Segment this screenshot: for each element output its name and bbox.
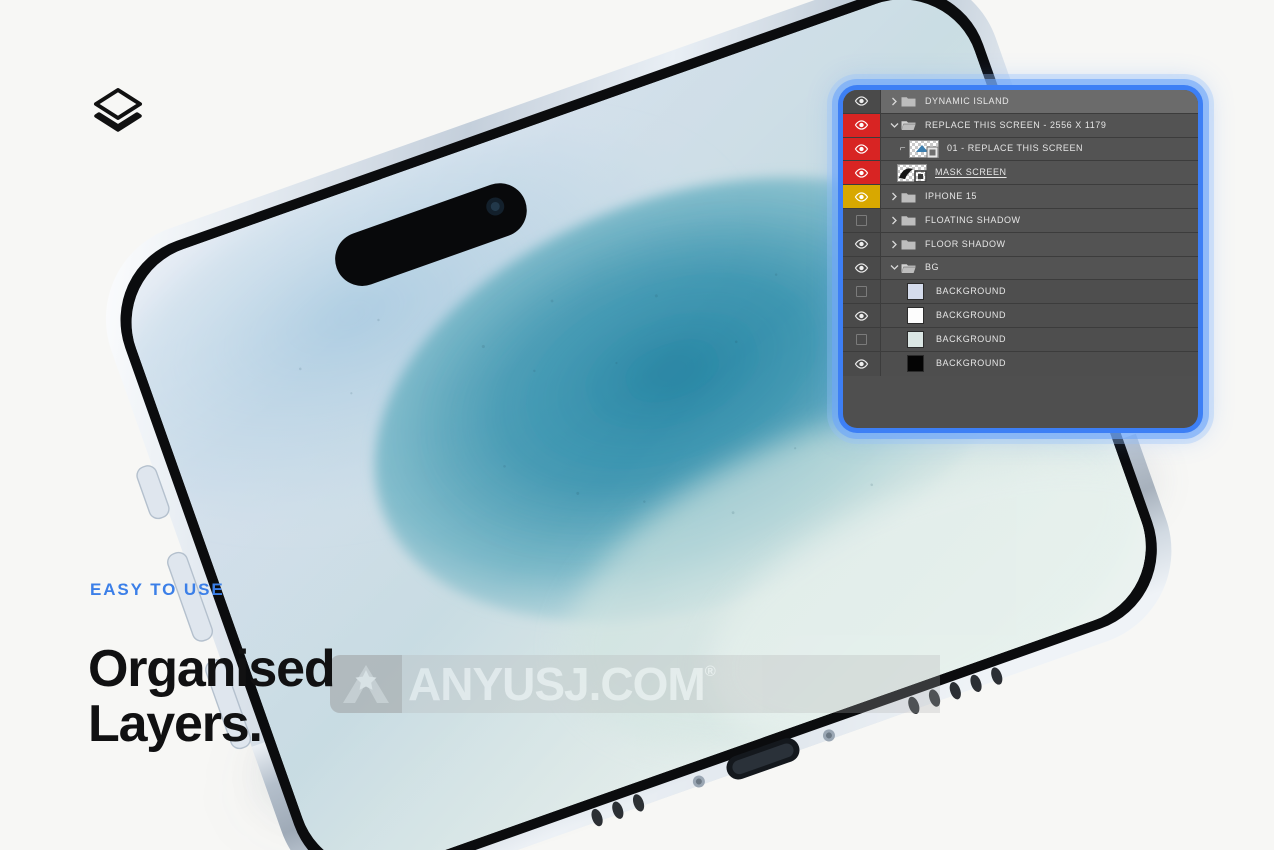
- visibility-toggle[interactable]: [843, 113, 881, 137]
- watermark-text: ANYUSJ.COM ®: [402, 655, 940, 713]
- layer-name: BACKGROUND: [936, 310, 1007, 321]
- layer-body[interactable]: FLOOR SHADOW: [881, 233, 1198, 256]
- layer-row-background-2[interactable]: BACKGROUND: [843, 304, 1198, 328]
- eye-off-icon: [856, 286, 867, 298]
- visibility-toggle[interactable]: [843, 161, 881, 185]
- layer-body[interactable]: BACKGROUND: [881, 304, 1198, 327]
- folder-icon: [901, 191, 919, 203]
- layers-stack-icon: [92, 86, 144, 142]
- layer-body[interactable]: MASK SCREEN: [881, 161, 1198, 184]
- layer-name: BACKGROUND: [936, 286, 1007, 297]
- visibility-toggle[interactable]: [843, 185, 881, 208]
- visibility-toggle[interactable]: [843, 351, 881, 376]
- photoshop-layers-panel[interactable]: DYNAMIC ISLAND REPLACE THIS SCREEN - 255…: [843, 90, 1198, 428]
- mask-thumbnail: [897, 163, 927, 182]
- fill-color-swatch: [907, 307, 924, 325]
- smart-object-thumbnail: [909, 139, 939, 158]
- eye-icon: [854, 358, 869, 369]
- eye-icon: [854, 120, 869, 130]
- folder-icon: [901, 95, 919, 107]
- chevron-down-icon[interactable]: [887, 264, 901, 271]
- layer-body[interactable]: FLOATING SHADOW: [881, 209, 1198, 232]
- folder-open-icon: [901, 119, 919, 131]
- layer-body[interactable]: ⌐ 01 - REPLACE THIS SCREEN: [881, 138, 1198, 161]
- eye-off-icon: [856, 214, 867, 226]
- visibility-toggle[interactable]: [843, 232, 881, 256]
- layer-body[interactable]: BACKGROUND: [881, 352, 1198, 376]
- layer-body[interactable]: BG: [881, 257, 1198, 280]
- layer-body[interactable]: REPLACE THIS SCREEN - 2556 X 1179: [881, 114, 1198, 137]
- layer-name: BG: [925, 262, 940, 273]
- layer-name: BACKGROUND: [936, 358, 1007, 369]
- page-title: Organised Layers.: [88, 640, 336, 754]
- layer-row-replace-this-screen-group[interactable]: REPLACE THIS SCREEN - 2556 X 1179: [843, 113, 1198, 138]
- layer-name: MASK SCREEN: [935, 167, 1007, 178]
- layer-row-mask-screen[interactable]: MASK SCREEN: [843, 161, 1198, 186]
- layer-name: DYNAMIC ISLAND: [925, 95, 1010, 106]
- layer-name: IPHONE 15: [925, 191, 977, 202]
- clipping-mask-icon: ⌐: [899, 143, 907, 155]
- layer-row-floor-shadow[interactable]: FLOOR SHADOW: [843, 232, 1198, 257]
- eye-icon: [854, 239, 869, 249]
- headline-line-1: Organised: [88, 640, 336, 698]
- eye-icon: [854, 96, 869, 107]
- layer-row-bg-group[interactable]: BG: [843, 256, 1198, 281]
- chevron-right-icon[interactable]: [887, 240, 901, 249]
- eye-icon: [854, 263, 869, 273]
- visibility-toggle[interactable]: [843, 256, 881, 280]
- eye-off-icon: [856, 333, 867, 345]
- folder-icon: [901, 214, 919, 226]
- layer-row-iphone-15[interactable]: IPHONE 15: [843, 185, 1198, 209]
- eye-icon: [854, 191, 869, 202]
- layer-name: FLOOR SHADOW: [925, 238, 1006, 249]
- layer-row-background-4[interactable]: BACKGROUND: [843, 351, 1198, 376]
- layer-name: 01 - REPLACE THIS SCREEN: [947, 143, 1084, 154]
- visibility-toggle[interactable]: [843, 208, 881, 232]
- layer-body[interactable]: BACKGROUND: [881, 328, 1198, 351]
- layer-name: REPLACE THIS SCREEN - 2556 X 1179: [925, 119, 1107, 130]
- headline-line-2: Layers.: [88, 695, 263, 754]
- chevron-down-icon[interactable]: [887, 122, 901, 129]
- chevron-right-icon[interactable]: [887, 97, 901, 106]
- layer-row-01-replace-this-screen[interactable]: ⌐ 01 - REPLACE THIS SCREEN: [843, 137, 1198, 162]
- layer-body[interactable]: DYNAMIC ISLAND: [881, 90, 1198, 113]
- fill-color-swatch: [907, 330, 924, 348]
- layer-row-background-3[interactable]: BACKGROUND: [843, 327, 1198, 352]
- eye-icon: [854, 168, 869, 178]
- folder-open-icon: [901, 262, 919, 274]
- folder-icon: [901, 238, 919, 250]
- registered-mark: ®: [704, 663, 716, 680]
- layer-row-background-1[interactable]: BACKGROUND: [843, 280, 1198, 305]
- chevron-right-icon[interactable]: [887, 216, 901, 225]
- star-a-logo-icon: [330, 655, 402, 713]
- visibility-toggle[interactable]: [843, 304, 881, 327]
- fill-color-swatch: [907, 355, 924, 373]
- layer-name: BACKGROUND: [936, 333, 1007, 344]
- chevron-right-icon[interactable]: [887, 192, 901, 201]
- fill-color-swatch: [907, 283, 924, 301]
- visibility-toggle[interactable]: [843, 327, 881, 351]
- watermark-label: ANYUSJ.COM: [408, 658, 706, 710]
- visibility-toggle[interactable]: [843, 90, 881, 113]
- visibility-toggle[interactable]: [843, 137, 881, 161]
- eyebrow-text: EASY TO USE: [90, 580, 225, 599]
- visibility-toggle[interactable]: [843, 280, 881, 304]
- layer-row-dynamic-island[interactable]: DYNAMIC ISLAND: [843, 90, 1198, 114]
- eye-icon: [854, 310, 869, 321]
- eye-icon: [854, 144, 869, 154]
- layer-body[interactable]: IPHONE 15: [881, 185, 1198, 208]
- layer-body[interactable]: BACKGROUND: [881, 280, 1198, 303]
- page-canvas: DYNAMIC ISLAND REPLACE THIS SCREEN - 255…: [0, 0, 1274, 850]
- layer-name: FLOATING SHADOW: [925, 214, 1021, 225]
- layer-row-floating-shadow[interactable]: FLOATING SHADOW: [843, 208, 1198, 233]
- watermark: ANYUSJ.COM ®: [330, 655, 940, 713]
